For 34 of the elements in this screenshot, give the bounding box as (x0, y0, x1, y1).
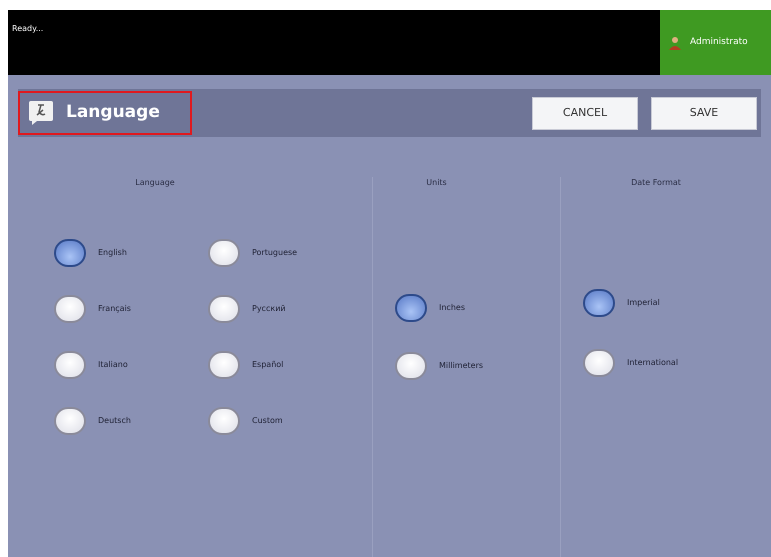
option-label: International (627, 357, 678, 369)
radio-button[interactable] (54, 239, 86, 267)
user-name: Administrato (690, 36, 748, 49)
group-title: Units (426, 177, 447, 189)
option-label: Русский (252, 303, 286, 315)
option-label: Deutsch (98, 415, 131, 427)
radio-button[interactable] (208, 407, 240, 435)
radio-button[interactable] (208, 295, 240, 323)
option-label: Inches (439, 302, 465, 314)
option-label: Custom (252, 415, 283, 427)
option-label: Imperial (627, 297, 660, 309)
radio-button[interactable] (583, 289, 615, 317)
page-title: Language (66, 101, 160, 124)
option-label: English (98, 247, 127, 259)
radio-button[interactable] (54, 351, 86, 379)
option-label: Español (252, 359, 284, 371)
radio-button[interactable] (54, 295, 86, 323)
save-button[interactable]: SAVE (651, 96, 757, 130)
option-label: Portuguese (252, 247, 298, 259)
language-icon (28, 100, 54, 126)
group-title: Date Format (631, 177, 681, 189)
radio-button[interactable] (583, 349, 615, 377)
option-label: Italiano (98, 359, 128, 371)
option-label: Millimeters (439, 360, 484, 372)
radio-button[interactable] (54, 407, 86, 435)
radio-button[interactable] (208, 239, 240, 267)
radio-button[interactable] (395, 294, 427, 322)
cancel-button[interactable]: CANCEL (532, 96, 638, 130)
radio-button[interactable] (208, 351, 240, 379)
group-title: Language (135, 177, 175, 189)
option-label: Français (98, 303, 131, 315)
status-message: Ready... (12, 24, 44, 33)
user-icon (668, 36, 682, 50)
radio-button[interactable] (395, 352, 427, 380)
